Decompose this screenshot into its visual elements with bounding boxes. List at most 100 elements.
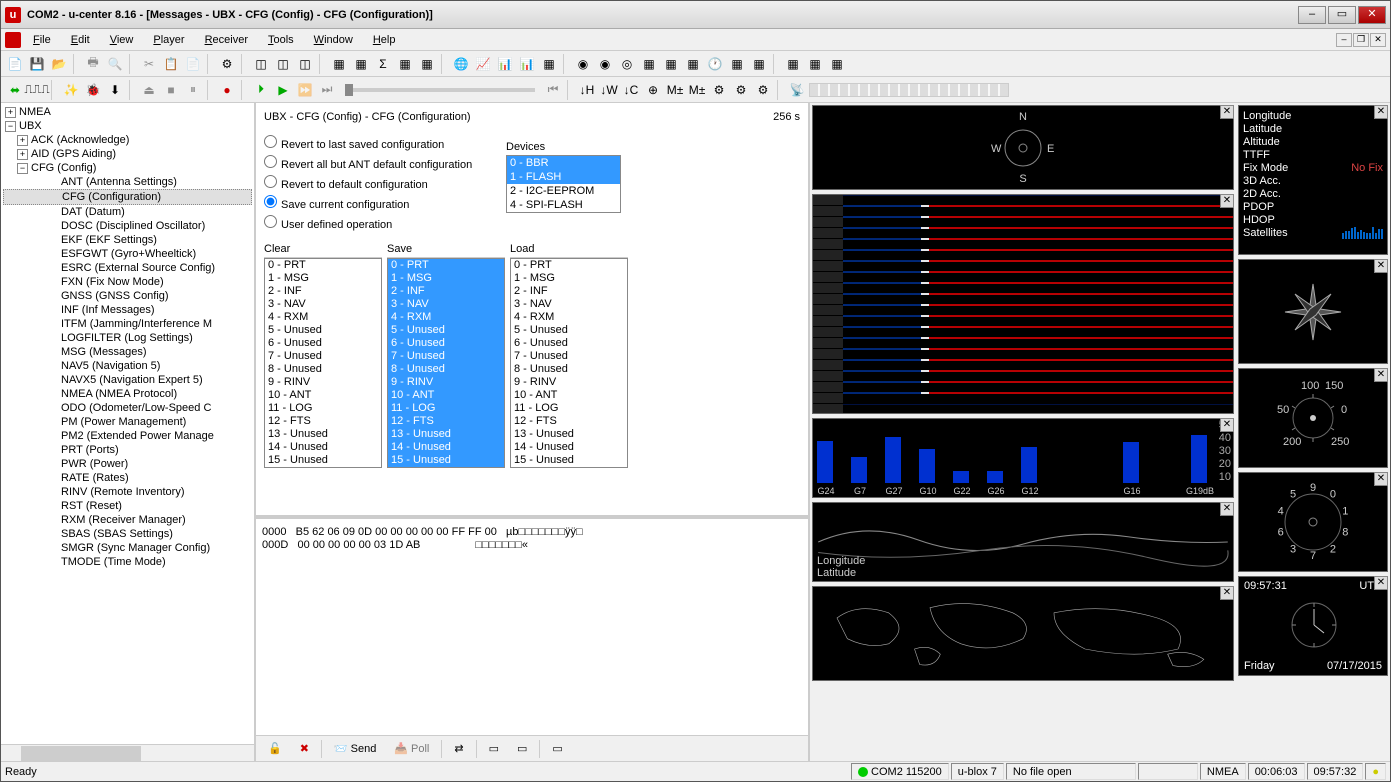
panel3-icon[interactable]: Σ	[373, 54, 393, 74]
device-option[interactable]: 2 - I2C-EEPROM	[507, 184, 620, 198]
cfg-list-item[interactable]: 1 - MSG	[511, 272, 627, 285]
tree-cfg-item[interactable]: LOGFILTER (Log Settings)	[3, 331, 252, 345]
tree-cfg-item[interactable]: SBAS (SBAS Settings)	[3, 527, 252, 541]
delete-button[interactable]: 🔓	[262, 740, 288, 757]
tree-cfg-item[interactable]: RST (Reset)	[3, 499, 252, 513]
device-option[interactable]: 4 - SPI-FLASH	[507, 198, 620, 212]
cfg-list-item[interactable]: 2 - INF	[265, 285, 381, 298]
menu-view[interactable]: View	[102, 32, 142, 48]
eject-icon[interactable]: ⏏	[139, 80, 159, 100]
bug-icon[interactable]: 🐞	[83, 80, 103, 100]
cfg-list-item[interactable]: 5 - Unused	[265, 324, 381, 337]
tree-ack[interactable]: +ACK (Acknowledge)	[3, 133, 252, 147]
cfg-list-item[interactable]: 0 - PRT	[388, 259, 504, 272]
cfg-list-item[interactable]: 3 - NAV	[265, 298, 381, 311]
menu-tools[interactable]: Tools	[260, 32, 302, 48]
cfg-list-item[interactable]: 13 - Unused	[388, 428, 504, 441]
m2-icon[interactable]: M±	[665, 80, 685, 100]
menu-receiver[interactable]: Receiver	[197, 32, 256, 48]
cfg-list-item[interactable]: 7 - Unused	[388, 350, 504, 363]
tree-cfg-item[interactable]: CFG (Configuration)	[3, 189, 252, 205]
cfg-list-item[interactable]: 6 - Unused	[388, 337, 504, 350]
remove-button[interactable]: ✖	[294, 740, 315, 757]
x1-icon[interactable]: ▦	[783, 54, 803, 74]
cfg-list-item[interactable]: 14 - Unused	[265, 441, 381, 454]
save-list[interactable]: 0 - PRT1 - MSG2 - INF3 - NAV4 - RXM5 - U…	[387, 258, 505, 468]
bars-icon[interactable]: 📊	[495, 54, 515, 74]
tree-cfg-item[interactable]: DOSC (Disciplined Oscillator)	[3, 219, 252, 233]
mdi-minimize[interactable]: –	[1336, 33, 1352, 47]
cfg-list-item[interactable]: 3 - NAV	[511, 298, 627, 311]
stop-icon[interactable]: ■	[161, 80, 181, 100]
cfg-list-item[interactable]: 15 - Unused	[388, 454, 504, 467]
play-icon[interactable]: ▶	[273, 80, 293, 100]
save-icon[interactable]: 💾	[27, 54, 47, 74]
tree-cfg-item[interactable]: ESRC (External Source Config)	[3, 261, 252, 275]
ab1-icon[interactable]: ⇄	[448, 740, 469, 757]
download-icon[interactable]: ⬇	[105, 80, 125, 100]
tree-cfg-item[interactable]: RINV (Remote Inventory)	[3, 485, 252, 499]
tree-cfg-item[interactable]: ODO (Odometer/Low-Speed C	[3, 401, 252, 415]
map-close[interactable]: ✕	[1220, 502, 1234, 516]
cfg-list-item[interactable]: 9 - RINV	[511, 376, 627, 389]
hot-w-icon[interactable]: ↓W	[599, 80, 619, 100]
poll-button[interactable]: 📥 Poll	[388, 740, 435, 757]
view2-icon[interactable]: ◫	[273, 54, 293, 74]
clear-list[interactable]: 0 - PRT1 - MSG2 - INF3 - NAV4 - RXM5 - U…	[264, 258, 382, 468]
skip-icon[interactable]: ⏭	[317, 80, 337, 100]
tree-cfg-item[interactable]: PRT (Ports)	[3, 443, 252, 457]
panel5-icon[interactable]: ▦	[417, 54, 437, 74]
cfg-list-item[interactable]: 4 - RXM	[511, 311, 627, 324]
menu-edit[interactable]: Edit	[63, 32, 98, 48]
sat-status-icon[interactable]: 📡	[787, 80, 807, 100]
tree-cfg-item[interactable]: NAV5 (Navigation 5)	[3, 359, 252, 373]
record-icon[interactable]: ●	[217, 80, 237, 100]
cfg-list-item[interactable]: 14 - Unused	[388, 441, 504, 454]
tree-cfg-item[interactable]: MSG (Messages)	[3, 345, 252, 359]
cfg-list-item[interactable]: 11 - LOG	[511, 402, 627, 415]
ab3-icon[interactable]: ▭	[511, 740, 533, 757]
w2-icon[interactable]: ◉	[595, 54, 615, 74]
tree-ubx[interactable]: −UBX	[3, 119, 252, 133]
tree-cfg-item[interactable]: EKF (EKF Settings)	[3, 233, 252, 247]
menu-player[interactable]: Player	[145, 32, 192, 48]
bars2-icon[interactable]: 📊	[517, 54, 537, 74]
tree-cfg-item[interactable]: TMODE (Time Mode)	[3, 555, 252, 569]
satgrid-close[interactable]: ✕	[1220, 194, 1234, 208]
wand-icon[interactable]: ✨	[61, 80, 81, 100]
new-icon[interactable]: 📄	[5, 54, 25, 74]
cfg-list-item[interactable]: 8 - Unused	[265, 363, 381, 376]
tree-cfg-item[interactable]: PM2 (Extended Power Manage	[3, 429, 252, 443]
panel2-icon[interactable]: ▦	[351, 54, 371, 74]
cfg-list-item[interactable]: 15 - Unused	[265, 454, 381, 467]
cfg-list-item[interactable]: 3 - NAV	[388, 298, 504, 311]
world-close[interactable]: ✕	[1220, 586, 1234, 600]
gear2-icon[interactable]: ⚙	[731, 80, 751, 100]
send-button[interactable]: 📨 Send	[328, 740, 382, 757]
tree-nmea[interactable]: +NMEA	[3, 105, 252, 119]
tree-cfg-item[interactable]: SMGR (Sync Manager Config)	[3, 541, 252, 555]
device-option[interactable]: 0 - BBR	[507, 156, 620, 170]
end-icon[interactable]: ⏮	[543, 80, 563, 100]
mdi-close[interactable]: ✕	[1370, 33, 1386, 47]
w3-icon[interactable]: ◎	[617, 54, 637, 74]
cfg-list-item[interactable]: 2 - INF	[388, 285, 504, 298]
cfg-list-item[interactable]: 11 - LOG	[265, 402, 381, 415]
ff-icon[interactable]: ⏩	[295, 80, 315, 100]
menu-file[interactable]: File	[25, 32, 59, 48]
cfg-list-item[interactable]: 1 - MSG	[265, 272, 381, 285]
load-list[interactable]: 0 - PRT1 - MSG2 - INF3 - NAV4 - RXM5 - U…	[510, 258, 628, 468]
cfg-list-item[interactable]: 2 - INF	[511, 285, 627, 298]
cfg-list-item[interactable]: 5 - Unused	[388, 324, 504, 337]
m3-icon[interactable]: M±	[687, 80, 707, 100]
posinfo-close[interactable]: ✕	[1374, 105, 1388, 119]
cfg-list-item[interactable]: 12 - FTS	[511, 415, 627, 428]
cfg-list-item[interactable]: 8 - Unused	[511, 363, 627, 376]
cfg-list-item[interactable]: 12 - FTS	[388, 415, 504, 428]
copy-icon[interactable]: 📋	[161, 54, 181, 74]
cfg-list-item[interactable]: 9 - RINV	[388, 376, 504, 389]
rose-close[interactable]: ✕	[1374, 259, 1388, 273]
cfg-list-item[interactable]: 14 - Unused	[511, 441, 627, 454]
menu-help[interactable]: Help	[365, 32, 404, 48]
w8-icon[interactable]: ▦	[727, 54, 747, 74]
